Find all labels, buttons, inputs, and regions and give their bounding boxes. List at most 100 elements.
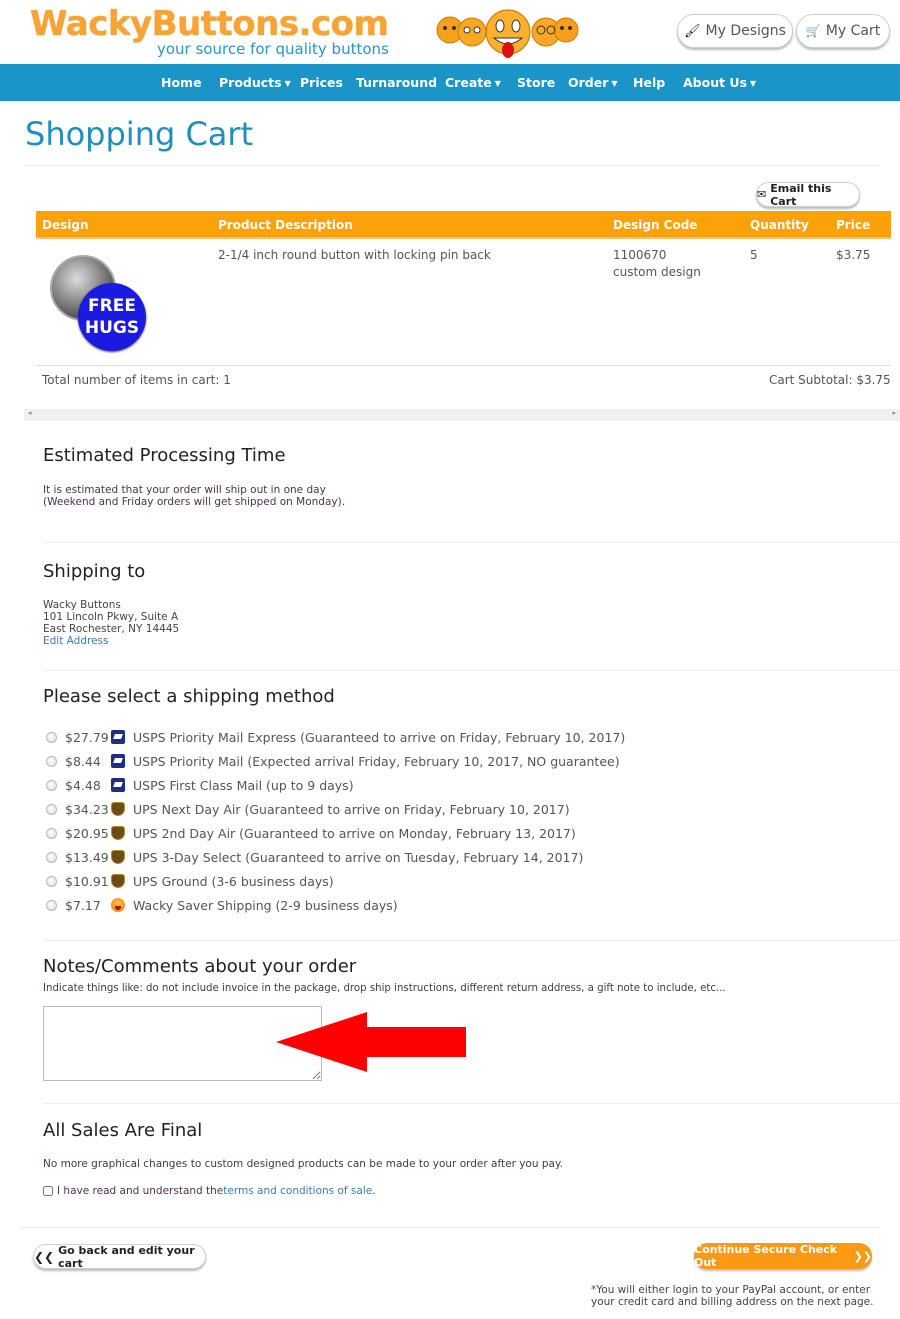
ups-shield-icon: [111, 802, 125, 816]
nav-label: Help: [633, 75, 666, 90]
price: $3.75: [836, 248, 871, 262]
radio-button[interactable]: [46, 875, 57, 887]
shipping-price: $7.17: [65, 897, 101, 913]
cart-subtotal: Cart Subtotal: $3.75: [769, 373, 891, 387]
processing-line: It is estimated that your order will shi…: [43, 484, 326, 496]
note-line: *You will either login to your PayPal ac…: [591, 1284, 871, 1296]
final-text: No more graphical changes to custom desi…: [43, 1158, 564, 1170]
shipping-price: $20.95: [65, 825, 109, 841]
emoji-faces-logo: [436, 9, 579, 58]
col-design: Design: [42, 218, 89, 232]
nav-turnaround[interactable]: Turnaround: [356, 75, 437, 90]
product-description: 2-1/4 inch round button with locking pin…: [218, 248, 491, 262]
caret-down-icon: ▼: [494, 79, 501, 88]
radio-button[interactable]: [46, 827, 57, 839]
processing-text: It is estimated that your order will shi…: [43, 484, 345, 508]
checkout-note: *You will either login to your PayPal ac…: [591, 1284, 873, 1308]
shipping-option[interactable]: $13.49 UPS 3-Day Select (Guaranteed to ar…: [46, 847, 583, 867]
nav-label: Create: [445, 75, 492, 90]
total-items: Total number of items in cart: 1: [42, 373, 231, 387]
scroll-left-icon[interactable]: ◂: [28, 409, 32, 417]
usps-eagle-icon: [111, 730, 125, 744]
shipping-price: $10.91: [65, 873, 109, 889]
terms-checkbox[interactable]: [43, 1186, 53, 1196]
shipping-price: $27.79: [65, 729, 109, 745]
design-text: HUGS: [84, 318, 140, 338]
processing-line: (Weekend and Friday orders will get ship…: [43, 496, 346, 508]
divider: [20, 1227, 880, 1228]
processing-heading: Estimated Processing Time: [43, 445, 286, 466]
nav-label: Products: [219, 75, 282, 90]
nav-order[interactable]: Order ▼: [568, 75, 618, 90]
divider: [43, 1103, 900, 1104]
caret-down-icon: ▼: [611, 79, 618, 88]
shipping-option[interactable]: $7.17 Wacky Saver Shipping (2-9 business …: [46, 895, 398, 915]
divider: [43, 670, 900, 671]
divider: [24, 165, 880, 166]
caret-down-icon: ▼: [750, 79, 757, 88]
shipping-option[interactable]: $8.44 USPS Priority Mail (Expected arriva…: [46, 751, 620, 771]
shipping-option[interactable]: $20.95 UPS 2nd Day Air (Guaranteed to arr…: [46, 823, 576, 843]
shipping-option[interactable]: $10.91 UPS Ground (3-6 business days): [46, 871, 334, 891]
button-design-thumbnail[interactable]: FREE HUGS: [50, 255, 150, 355]
divider: [43, 940, 900, 941]
nav-help[interactable]: Help: [633, 75, 665, 90]
terms-link[interactable]: terms and conditions of sale: [223, 1185, 372, 1197]
shipping-option[interactable]: $4.48 USPS First Class Mail (up to 9 days…: [46, 775, 354, 795]
ups-shield-icon: [111, 874, 125, 888]
nav-label: Home: [161, 75, 202, 90]
nav-products[interactable]: Products ▼: [219, 75, 291, 90]
my-designs-button[interactable]: 🖌 My Designs: [677, 14, 793, 48]
nav-store[interactable]: Store: [517, 75, 555, 90]
nav-about-us[interactable]: About Us ▼: [683, 75, 756, 90]
design-code: 1100670: [613, 248, 667, 262]
col-price: Price: [836, 218, 871, 232]
shipping-label: UPS Next Day Air (Guaranteed to arrive o…: [133, 801, 570, 817]
page-title: Shopping Cart: [25, 115, 254, 153]
nav-create[interactable]: Create ▼: [445, 75, 501, 90]
shipping-label: UPS 2nd Day Air (Guaranteed to arrive on…: [133, 825, 576, 841]
go-back-button[interactable]: ❮❮ Go back and edit your cart: [33, 1243, 206, 1270]
my-cart-button[interactable]: 🛒 My Cart: [796, 14, 890, 48]
paintbrush-icon: 🖌: [684, 23, 701, 39]
main-nav: Home Products ▼ Prices Turnaround Create ▼…: [0, 64, 900, 101]
note-line: your credit card and billing address on …: [591, 1296, 874, 1308]
quantity: 5: [750, 248, 758, 262]
checkout-label: Continue Secure Check Out: [694, 1243, 838, 1269]
shipping-label: UPS 3-Day Select (Guaranteed to arrive o…: [133, 849, 584, 865]
scroll-right-icon[interactable]: ▸: [892, 409, 896, 417]
terms-row: I have read and understand the terms and…: [43, 1185, 376, 1197]
radio-button[interactable]: [46, 851, 57, 863]
ups-shield-icon: [111, 850, 125, 864]
double-chevron-right-icon: ❯❯: [853, 1249, 872, 1263]
email-cart-label: Email this Cart: [770, 181, 832, 208]
nav-label: Store: [517, 75, 556, 90]
edit-address-link[interactable]: Edit Address: [43, 635, 179, 647]
shipping-option[interactable]: $27.79 USPS Priority Mail Express (Guaran…: [46, 727, 625, 747]
address-city: East Rochester, NY 14445: [43, 623, 180, 635]
go-back-label: Go back and edit your cart: [58, 1243, 195, 1270]
my-cart-label: My Cart: [825, 23, 881, 39]
radio-button[interactable]: [46, 899, 57, 911]
shipping-option[interactable]: $34.23 UPS Next Day Air (Guaranteed to ar…: [46, 799, 570, 819]
radio-button[interactable]: [46, 803, 57, 815]
shopping-cart-icon: 🛒: [805, 24, 821, 38]
radio-button[interactable]: [46, 779, 57, 791]
shipping-label: USPS First Class Mail (up to 9 days): [133, 777, 354, 793]
arrow-left-icon: [276, 1012, 466, 1072]
notes-hint: Indicate things like: do not include inv…: [43, 983, 726, 994]
divider: [36, 365, 891, 366]
horizontal-scrollbar[interactable]: ◂ ▸: [24, 409, 900, 421]
continue-checkout-button[interactable]: Continue Secure Check Out ❯❯: [694, 1243, 872, 1269]
email-cart-button[interactable]: ✉ Email this Cart: [756, 181, 860, 208]
nav-home[interactable]: Home: [161, 75, 202, 90]
radio-button[interactable]: [46, 755, 57, 767]
envelope-icon: ✉: [757, 188, 767, 201]
site-logo[interactable]: WackyButtons.com: [30, 4, 389, 44]
radio-button[interactable]: [46, 731, 57, 743]
nav-prices[interactable]: Prices: [300, 75, 343, 90]
shipping-price: $4.48: [65, 777, 101, 793]
col-description: Product Description: [218, 218, 353, 232]
notes-heading: Notes/Comments about your order: [43, 956, 357, 977]
final-heading: All Sales Are Final: [43, 1120, 203, 1141]
